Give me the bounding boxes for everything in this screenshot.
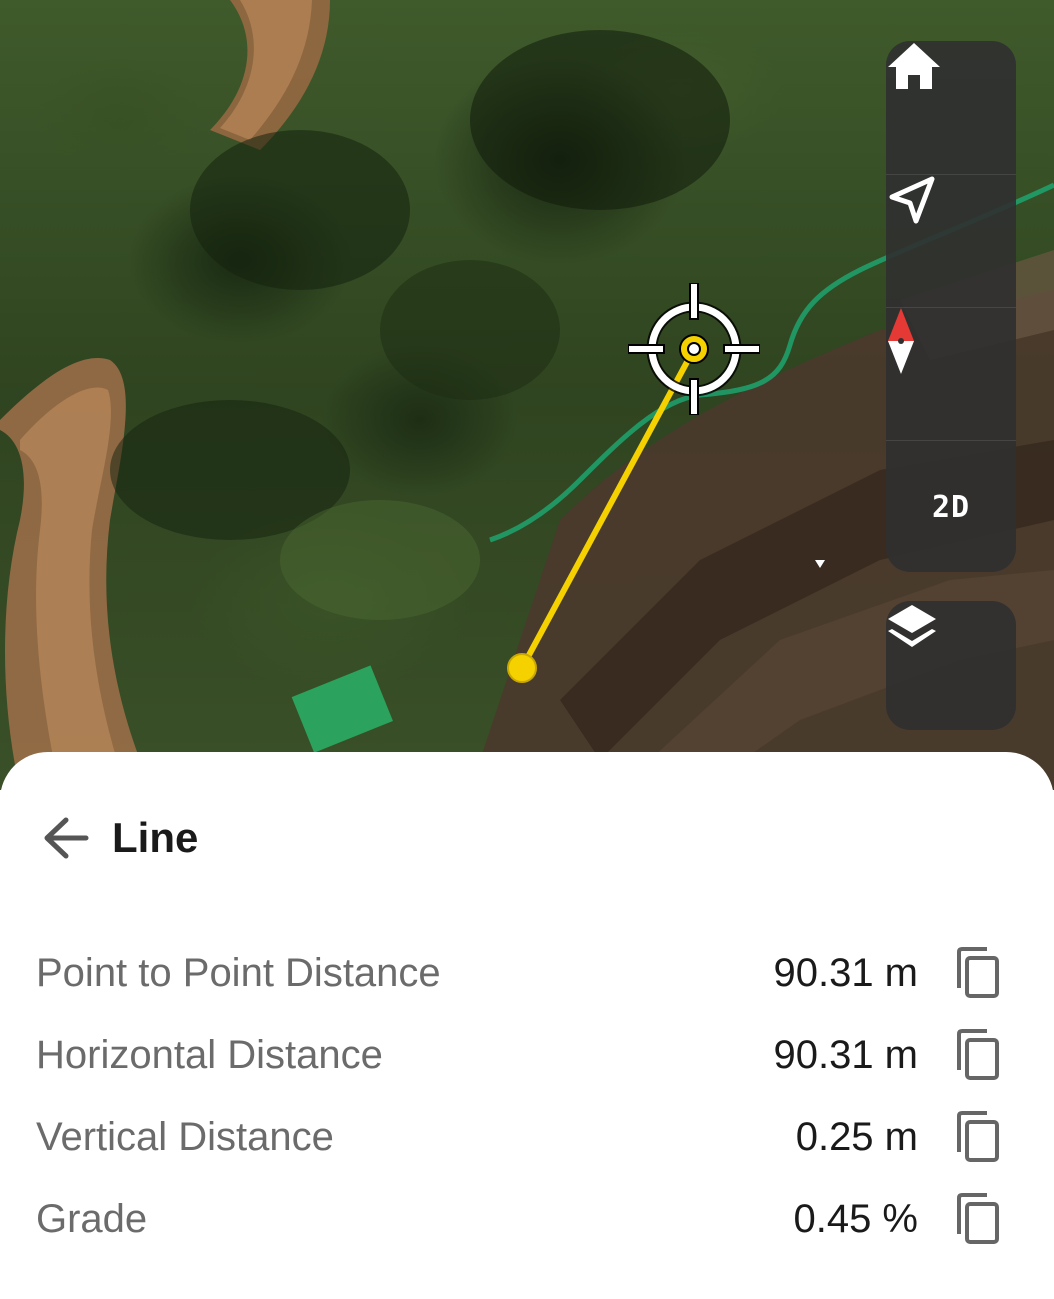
measurement-row: Horizontal Distance 90.31 m <box>36 1020 1006 1090</box>
arrow-left-icon[interactable] <box>40 812 92 864</box>
copy-icon[interactable] <box>950 1191 1006 1247</box>
copy-icon[interactable] <box>950 1027 1006 1083</box>
map-toolbar: 2D <box>886 41 1016 572</box>
measurement-row: Vertical Distance 0.25 m <box>36 1102 1006 1172</box>
row-value: 0.25 m <box>795 1114 918 1159</box>
row-value: 90.31 m <box>773 1032 918 1077</box>
view-mode-button[interactable]: 2D <box>886 440 1016 572</box>
view-mode-label: 2D <box>931 489 971 525</box>
locate-button[interactable] <box>886 174 1016 307</box>
measurement-row: Grade 0.45 % <box>36 1184 1006 1254</box>
row-value: 0.45 % <box>793 1196 918 1241</box>
row-label: Horizontal Distance <box>36 1032 383 1077</box>
measurement-sheet: Line Point to Point Distance 90.31 m Hor… <box>0 752 1054 1299</box>
row-label: Vertical Distance <box>36 1114 334 1159</box>
crosshair-icon[interactable] <box>628 283 760 415</box>
measurement-row: Point to Point Distance 90.31 m <box>36 938 1006 1008</box>
compass-button[interactable] <box>886 307 1016 440</box>
copy-icon[interactable] <box>950 1109 1006 1165</box>
map-view[interactable]: 2D <box>0 0 1054 790</box>
row-value: 90.31 m <box>773 950 918 995</box>
row-label: Grade <box>36 1196 148 1241</box>
row-label: Point to Point Distance <box>36 950 441 995</box>
sheet-header: Line <box>40 808 198 868</box>
home-button[interactable] <box>886 41 1016 173</box>
layers-button[interactable] <box>886 601 1016 730</box>
copy-icon[interactable] <box>950 945 1006 1001</box>
sheet-title: Line <box>112 814 199 861</box>
